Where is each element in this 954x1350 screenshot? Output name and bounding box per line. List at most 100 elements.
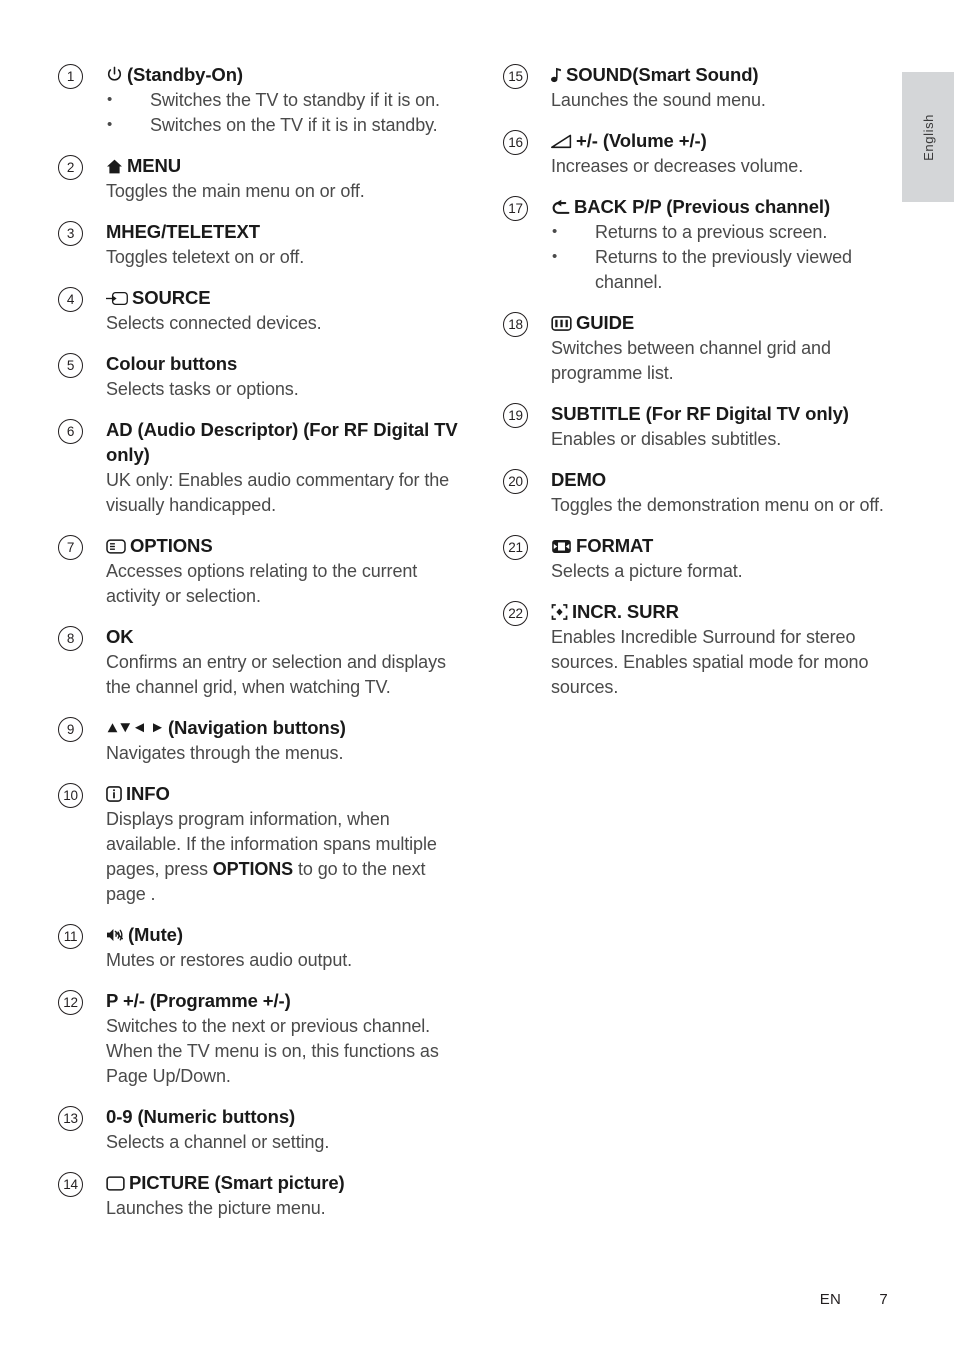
item-title-text: P +/- (Programme +/-) — [106, 990, 291, 1011]
remote-key-item: 5 Colour buttons Selects tasks or options. — [58, 351, 458, 402]
item-title: SUBTITLE (For RF Digital TV only) — [551, 401, 903, 426]
item-title: GUIDE — [551, 310, 903, 335]
item-bullet-list: Returns to a previous screen.Returns to … — [551, 219, 903, 295]
item-description: Launches the picture menu. — [106, 1198, 326, 1218]
right-column: 15 SOUND(Smart Sound) Launches the sound m… — [503, 62, 903, 715]
item-description: Navigates through the menus. — [106, 743, 344, 763]
remote-key-item: 8 OK Confirms an entry or selection and di… — [58, 624, 458, 700]
item-description: Launches the sound menu. — [551, 90, 766, 110]
item-title: (Navigation buttons) — [106, 715, 458, 740]
item-description: Switches to the next or previous channel… — [106, 1016, 439, 1086]
item-title: INFO — [106, 781, 458, 806]
item-title: PICTURE (Smart picture) — [106, 1170, 458, 1195]
item-bullet: Switches on the TV if it is in standby. — [106, 112, 458, 138]
item-title-text: MENU — [127, 155, 182, 176]
info-icon — [106, 786, 122, 802]
source-input-icon — [106, 291, 128, 306]
item-title: FORMAT — [551, 533, 903, 558]
item-description: Toggles the demonstration menu on or off… — [551, 495, 884, 515]
footer-page-number: 7 — [879, 1291, 888, 1308]
item-description: Accesses options relating to the current… — [106, 561, 418, 606]
options-list-icon — [106, 539, 126, 554]
item-number-badge: 16 — [503, 130, 528, 155]
remote-key-item: 2 MENU Toggles the main menu on or off. — [58, 153, 458, 204]
item-number-badge: 5 — [58, 353, 83, 378]
music-note-icon — [551, 67, 562, 83]
item-title: BACK P/P (Previous channel) — [551, 194, 903, 219]
volume-wedge-icon — [551, 134, 572, 149]
item-title: OPTIONS — [106, 533, 458, 558]
item-title: +/- (Volume +/-) — [551, 128, 903, 153]
item-title: 0-9 (Numeric buttons) — [106, 1104, 458, 1129]
item-description: Displays program information, when avail… — [106, 807, 458, 907]
item-number-badge: 12 — [58, 990, 83, 1015]
manual-page-body: 1 (Standby-On)Switches the TV to standby … — [0, 62, 954, 1252]
format-icon — [551, 539, 572, 554]
item-number-badge: 7 — [58, 535, 83, 560]
item-description: Toggles the main menu on or off. — [106, 181, 365, 201]
item-title-text: Colour buttons — [106, 353, 238, 374]
item-number-badge: 22 — [503, 601, 528, 626]
item-title-text: INCR. SURR — [572, 601, 679, 622]
item-title-text: +/- (Volume +/-) — [576, 130, 707, 151]
item-title-text: SOUND(Smart Sound) — [566, 64, 759, 85]
item-title-text: SUBTITLE (For RF Digital TV only) — [551, 403, 849, 424]
incredible-surround-icon — [551, 604, 568, 620]
item-title: MHEG/TELETEXT — [106, 219, 458, 244]
item-number-badge: 17 — [503, 196, 528, 221]
item-bullet: Returns to a previous screen. — [551, 219, 903, 245]
item-description: Mutes or restores audio output. — [106, 950, 353, 970]
item-number-badge: 3 — [58, 221, 83, 246]
item-title-text: OK — [106, 626, 134, 647]
remote-key-item: 6 AD (Audio Descriptor) (For RF Digital T… — [58, 417, 458, 518]
item-number-badge: 1 — [58, 64, 83, 89]
item-title: SOUND(Smart Sound) — [551, 62, 903, 87]
item-description: Enables Incredible Surround for stereo s… — [551, 627, 869, 697]
item-number-badge: 18 — [503, 312, 528, 337]
remote-key-item: 16 +/- (Volume +/-) Increases or decreases… — [503, 128, 903, 179]
remote-key-item: 19 SUBTITLE (For RF Digital TV only) Enabl… — [503, 401, 903, 452]
footer-locale: EN — [819, 1291, 842, 1308]
item-number-badge: 11 — [58, 924, 83, 949]
item-description: Selects tasks or options. — [106, 379, 299, 399]
remote-key-item: 14 PICTURE (Smart picture) Launches the pi… — [58, 1170, 458, 1221]
item-number-badge: 21 — [503, 535, 528, 560]
item-number-badge: 6 — [58, 419, 83, 444]
item-bullet-list: Switches the TV to standby if it is on.S… — [106, 87, 458, 138]
remote-key-item: 21 FORMAT Selects a picture format. — [503, 533, 903, 584]
remote-key-item: 10 INFO Displays program information, when… — [58, 781, 458, 907]
item-title-text: SOURCE — [132, 287, 211, 308]
power-standby-icon — [106, 66, 123, 83]
remote-key-item: 1 (Standby-On)Switches the TV to standby … — [58, 62, 458, 138]
home-icon — [106, 159, 123, 174]
item-title: MENU — [106, 153, 458, 178]
remote-key-item: 13 0-9 (Numeric buttons) Selects a channel… — [58, 1104, 458, 1155]
item-description: Selects a picture format. — [551, 561, 743, 581]
item-title-text: 0-9 (Numeric buttons) — [106, 1106, 296, 1127]
remote-key-item: 12 P +/- (Programme +/-) Switches to the n… — [58, 988, 458, 1089]
item-description: Selects connected devices. — [106, 313, 322, 333]
item-title-text: PICTURE (Smart picture) — [129, 1172, 345, 1193]
item-bullet: Switches the TV to standby if it is on. — [106, 87, 458, 113]
item-title-text: INFO — [126, 783, 170, 804]
item-number-badge: 15 — [503, 64, 528, 89]
navigation-arrows-icon — [106, 721, 164, 736]
item-title-text: (Mute) — [128, 924, 183, 945]
left-column: 1 (Standby-On)Switches the TV to standby … — [58, 62, 458, 1236]
item-title: AD (Audio Descriptor) (For RF Digital TV… — [106, 417, 458, 467]
remote-key-item: 15 SOUND(Smart Sound) Launches the sound m… — [503, 62, 903, 113]
item-description: UK only: Enables audio commentary for th… — [106, 470, 450, 515]
item-title-text: MHEG/TELETEXT — [106, 221, 260, 242]
guide-grid-icon — [551, 316, 572, 331]
item-title-text: (Standby-On) — [127, 64, 243, 85]
item-title-text: GUIDE — [576, 312, 635, 333]
item-description: Increases or decreases volume. — [551, 156, 804, 176]
remote-key-item: 20 DEMO Toggles the demonstration menu on … — [503, 467, 903, 518]
item-number-badge: 13 — [58, 1106, 83, 1131]
item-number-badge: 10 — [58, 783, 83, 808]
item-title-text: (Navigation buttons) — [168, 717, 346, 738]
item-bullet: Returns to the previously viewed channel… — [551, 244, 903, 295]
item-title: SOURCE — [106, 285, 458, 310]
item-description-emphasis: OPTIONS — [212, 859, 294, 879]
mute-icon — [106, 927, 124, 943]
